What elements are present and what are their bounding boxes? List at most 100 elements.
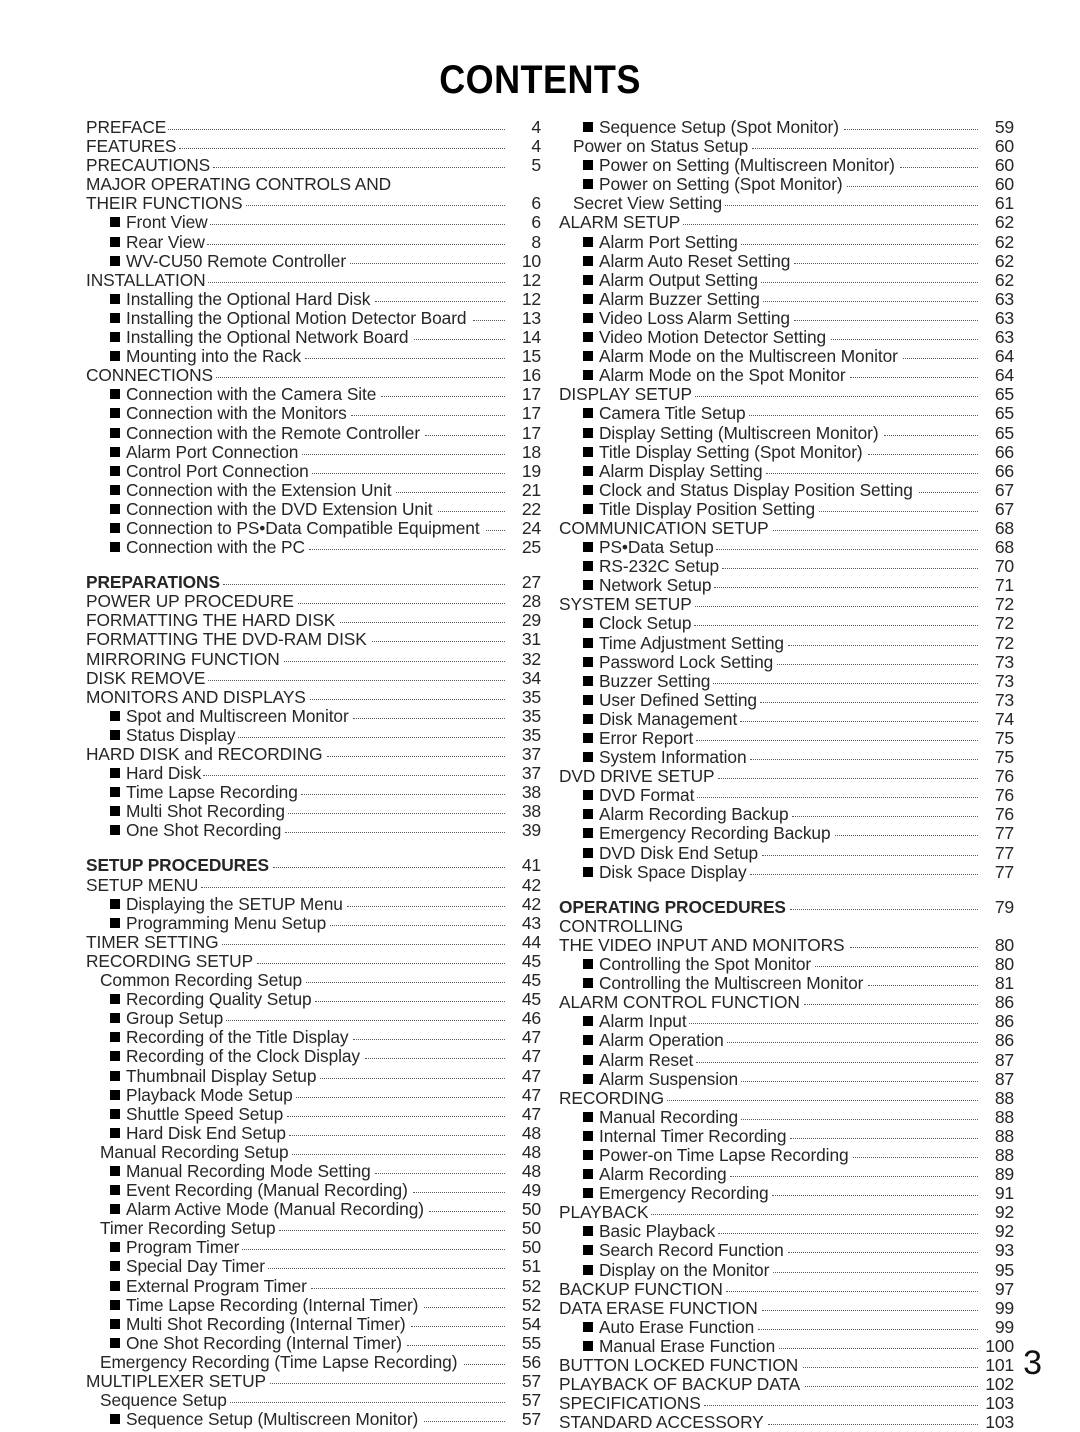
toc-entry[interactable]: RS-232C Setup 70 bbox=[559, 557, 1014, 576]
toc-entry[interactable]: One Shot Recording (Internal Timer) 55 bbox=[86, 1333, 541, 1353]
toc-entry[interactable]: Status Display 35 bbox=[86, 725, 541, 745]
toc-entry[interactable]: Alarm Operation 86 bbox=[559, 1031, 1014, 1050]
toc-entry[interactable]: Clock Setup 72 bbox=[559, 614, 1014, 633]
toc-entry[interactable]: SETUP MENU 42 bbox=[86, 875, 541, 895]
toc-entry[interactable]: Basic Playback 92 bbox=[559, 1222, 1014, 1241]
toc-entry[interactable]: Power on Status Setup 60 bbox=[559, 136, 1014, 156]
toc-entry[interactable]: Alarm Mode on the Multiscreen Monitor 64 bbox=[559, 347, 1014, 366]
toc-entry[interactable]: DATA ERASE FUNCTION 99 bbox=[559, 1298, 1014, 1318]
toc-entry[interactable]: Controlling the Multiscreen Monitor 81 bbox=[559, 974, 1014, 993]
toc-entry[interactable]: Sequence Setup 57 bbox=[86, 1390, 541, 1410]
toc-entry[interactable]: RECORDING 88 bbox=[559, 1088, 1014, 1108]
toc-entry[interactable]: Event Recording (Manual Recording) 49 bbox=[86, 1180, 541, 1200]
toc-entry[interactable]: Alarm Port Connection 18 bbox=[86, 442, 541, 462]
toc-entry[interactable]: PREFACE 4 bbox=[86, 117, 541, 137]
toc-entry[interactable]: Programming Menu Setup 43 bbox=[86, 913, 541, 933]
toc-entry[interactable]: System Information 75 bbox=[559, 747, 1014, 767]
toc-entry[interactable]: Common Recording Setup 45 bbox=[86, 970, 541, 990]
toc-entry[interactable]: Title Display Setting (Spot Monitor) 66 bbox=[559, 442, 1014, 462]
toc-entry[interactable]: MONITORS AND DISPLAYS 35 bbox=[86, 687, 541, 707]
toc-entry[interactable]: SETUP PROCEDURES 41 bbox=[86, 856, 541, 875]
toc-entry[interactable]: Error Report 75 bbox=[559, 728, 1014, 748]
toc-entry[interactable]: Installing the Optional Hard Disk 12 bbox=[86, 289, 541, 309]
toc-entry[interactable]: MULTIPLEXER SETUP 57 bbox=[86, 1371, 541, 1391]
toc-entry[interactable]: THE VIDEO INPUT AND MONITORS 80 bbox=[559, 935, 1014, 955]
toc-entry[interactable]: SYSTEM SETUP 72 bbox=[559, 595, 1014, 614]
toc-entry[interactable]: Installing the Optional Motion Detector … bbox=[86, 308, 541, 328]
toc-entry[interactable]: DVD Format 76 bbox=[559, 786, 1014, 805]
toc-entry[interactable]: Buzzer Setting 73 bbox=[559, 671, 1014, 691]
toc-entry[interactable]: Time Lapse Recording (Internal Timer) 52 bbox=[86, 1295, 541, 1315]
toc-entry[interactable]: CONNECTIONS 16 bbox=[86, 366, 541, 385]
toc-entry[interactable]: Manual Erase Function 100 bbox=[559, 1336, 1014, 1356]
toc-entry[interactable]: Time Adjustment Setting 72 bbox=[559, 633, 1014, 653]
toc-entry[interactable]: Multi Shot Recording (Internal Timer) 54 bbox=[86, 1314, 541, 1334]
toc-entry[interactable]: Sequence Setup (Spot Monitor) 59 bbox=[559, 117, 1014, 137]
toc-entry[interactable]: Emergency Recording 91 bbox=[559, 1184, 1014, 1203]
toc-entry[interactable]: External Program Timer 52 bbox=[86, 1276, 541, 1296]
toc-entry[interactable]: Internal Timer Recording 88 bbox=[559, 1126, 1014, 1146]
toc-entry[interactable]: Connection with the Monitors 17 bbox=[86, 404, 541, 423]
toc-entry[interactable]: Password Lock Setting 73 bbox=[559, 652, 1014, 672]
toc-entry[interactable]: Connection with the Extension Unit 21 bbox=[86, 480, 541, 500]
toc-entry[interactable]: Connection to PS•Data Compatible Equipme… bbox=[86, 518, 541, 538]
toc-entry[interactable]: ALARM SETUP 62 bbox=[559, 213, 1014, 232]
toc-entry[interactable]: BACKUP FUNCTION 97 bbox=[559, 1279, 1014, 1299]
toc-entry[interactable]: Disk Management 74 bbox=[559, 709, 1014, 729]
toc-entry[interactable]: Alarm Active Mode (Manual Recording) 50 bbox=[86, 1200, 541, 1219]
toc-entry[interactable]: Recording Quality Setup 45 bbox=[86, 990, 541, 1009]
toc-entry[interactable]: Disk Space Display 77 bbox=[559, 862, 1014, 882]
toc-entry[interactable]: THEIR FUNCTIONS 6 bbox=[86, 194, 541, 213]
toc-entry[interactable]: DVD DRIVE SETUP 76 bbox=[559, 767, 1014, 786]
toc-entry[interactable]: Title Display Position Setting 67 bbox=[559, 499, 1014, 519]
toc-entry[interactable]: Power on Setting (Multiscreen Monitor) 60 bbox=[559, 156, 1014, 175]
toc-entry[interactable]: Alarm Buzzer Setting 63 bbox=[559, 289, 1014, 309]
toc-entry[interactable]: Hard Disk End Setup 48 bbox=[86, 1123, 541, 1143]
toc-entry[interactable]: Time Lapse Recording 38 bbox=[86, 783, 541, 802]
toc-entry[interactable]: Alarm Mode on the Spot Monitor 64 bbox=[559, 366, 1014, 385]
toc-entry[interactable]: Rear View 8 bbox=[86, 232, 541, 252]
toc-entry[interactable]: Alarm Auto Reset Setting 62 bbox=[559, 251, 1014, 271]
toc-entry[interactable]: Search Record Function 93 bbox=[559, 1241, 1014, 1260]
toc-entry[interactable]: Alarm Suspension 87 bbox=[559, 1069, 1014, 1089]
toc-entry[interactable]: FEATURES 4 bbox=[86, 136, 541, 156]
toc-entry[interactable]: Mounting into the Rack 15 bbox=[86, 347, 541, 366]
toc-entry[interactable]: Auto Erase Function 99 bbox=[559, 1317, 1014, 1337]
toc-entry[interactable]: ALARM CONTROL FUNCTION 86 bbox=[559, 993, 1014, 1012]
toc-entry[interactable]: Display Setting (Multiscreen Monitor) 65 bbox=[559, 423, 1014, 443]
toc-entry[interactable]: MIRRORING FUNCTION 32 bbox=[86, 649, 541, 669]
toc-entry[interactable]: OPERATING PROCEDURES 79 bbox=[559, 897, 1014, 917]
toc-entry[interactable]: Camera Title Setup 65 bbox=[559, 404, 1014, 423]
toc-entry[interactable]: Display on the Monitor 95 bbox=[559, 1260, 1014, 1280]
toc-entry[interactable]: Network Setup 71 bbox=[559, 576, 1014, 595]
toc-entry[interactable]: FORMATTING THE HARD DISK 29 bbox=[86, 611, 541, 630]
toc-entry[interactable]: DVD Disk End Setup 77 bbox=[559, 843, 1014, 863]
toc-entry[interactable]: Sequence Setup (Multiscreen Monitor) 57 bbox=[86, 1410, 541, 1429]
toc-entry[interactable]: Alarm Reset 87 bbox=[559, 1050, 1014, 1070]
toc-entry[interactable]: Connection with the Remote Controller 17 bbox=[86, 423, 541, 443]
toc-entry[interactable]: CONTROLLING bbox=[559, 916, 1014, 936]
toc-entry[interactable]: STANDARD ACCESSORY 103 bbox=[559, 1413, 1014, 1432]
toc-entry[interactable]: WV-CU50 Remote Controller 10 bbox=[86, 251, 541, 271]
toc-entry[interactable]: MAJOR OPERATING CONTROLS AND bbox=[86, 175, 541, 194]
toc-entry[interactable]: Video Loss Alarm Setting 63 bbox=[559, 308, 1014, 328]
toc-entry[interactable]: DISPLAY SETUP 65 bbox=[559, 385, 1014, 404]
toc-entry[interactable]: Controlling the Spot Monitor 80 bbox=[559, 954, 1014, 974]
toc-entry[interactable]: Video Motion Detector Setting 63 bbox=[559, 327, 1014, 347]
toc-entry[interactable]: Front View 6 bbox=[86, 213, 541, 232]
toc-entry[interactable]: One Shot Recording 39 bbox=[86, 821, 541, 840]
toc-entry[interactable]: Alarm Recording 89 bbox=[559, 1164, 1014, 1184]
toc-entry[interactable]: PRECAUTIONS 5 bbox=[86, 156, 541, 175]
toc-entry[interactable]: INSTALLATION 12 bbox=[86, 270, 541, 290]
toc-entry[interactable]: POWER UP PROCEDURE 28 bbox=[86, 592, 541, 611]
toc-entry[interactable]: PREPARATIONS 27 bbox=[86, 573, 541, 592]
toc-entry[interactable]: PLAYBACK OF BACKUP DATA 102 bbox=[559, 1374, 1014, 1394]
toc-entry[interactable]: PS•Data Setup 68 bbox=[559, 537, 1014, 557]
toc-entry[interactable]: Recording of the Title Display 47 bbox=[86, 1028, 541, 1047]
toc-entry[interactable]: Control Port Connection 19 bbox=[86, 461, 541, 481]
toc-entry[interactable]: COMMUNICATION SETUP 68 bbox=[559, 518, 1014, 538]
toc-entry[interactable]: PLAYBACK 92 bbox=[559, 1203, 1014, 1222]
toc-entry[interactable]: Connection with the PC 25 bbox=[86, 537, 541, 557]
toc-entry[interactable]: Alarm Display Setting 66 bbox=[559, 461, 1014, 481]
toc-entry[interactable]: Alarm Recording Backup 76 bbox=[559, 805, 1014, 824]
